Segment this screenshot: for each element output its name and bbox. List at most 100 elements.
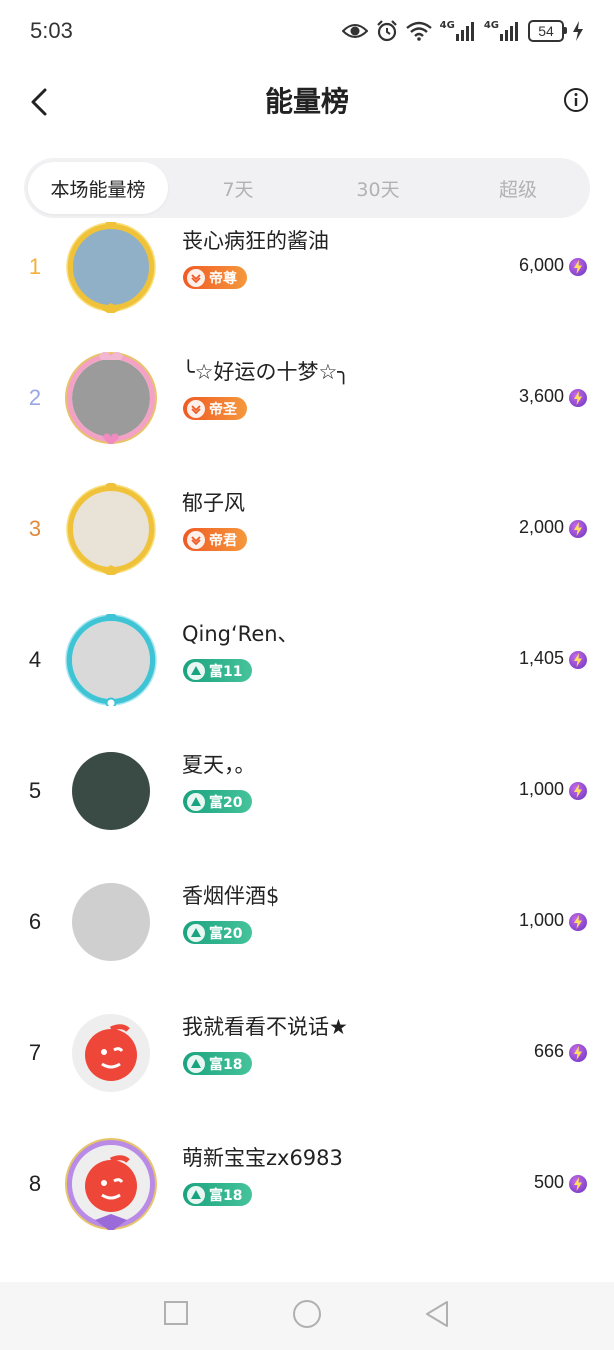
wifi-icon (405, 21, 432, 41)
avatar[interactable] (65, 611, 157, 709)
badge-label: 富20 (209, 925, 243, 942)
avatar[interactable] (65, 876, 157, 968)
back-nav-button[interactable] (424, 1300, 450, 1332)
level-badge: 富20 (183, 921, 253, 944)
tab-7-days[interactable]: 7天 (168, 162, 308, 214)
tab-30-days[interactable]: 30天 (308, 162, 448, 214)
user-name: 香烟伴酒$ (182, 884, 280, 908)
ranking-row[interactable]: 8 萌新宝宝zx6983 富18 500 (0, 1119, 614, 1250)
level-badge: 富18 (183, 1052, 253, 1075)
ranking-row[interactable]: 3 郁子风帝君 2,000 (0, 464, 614, 595)
battery-indicator: 54 (528, 20, 567, 42)
charging-icon (572, 21, 584, 41)
level-badge: 富20 (183, 790, 253, 813)
badge-label: 富18 (209, 1056, 243, 1073)
rank-number: 1 (28, 254, 42, 279)
energy-bolt-icon (568, 650, 588, 670)
avatar[interactable] (65, 481, 157, 577)
rank-number: 5 (28, 778, 42, 803)
badge-label: 富18 (209, 1187, 243, 1204)
signal-icon-1: 4G (440, 20, 476, 41)
info-icon (564, 88, 588, 112)
avatar-frame (65, 222, 157, 315)
user-name: ╰☆好运の十梦☆╮ (182, 360, 350, 384)
avatar-image (72, 1014, 150, 1092)
badge-label: 富20 (209, 794, 243, 811)
status-icons: 4G 4G 54 (341, 17, 584, 45)
energy-score: 1,000 (518, 779, 564, 799)
level-badge: 富11 (183, 659, 253, 682)
ranking-row[interactable]: 2 ╰☆好运の十梦☆╮ 帝圣 3,600 (0, 333, 614, 464)
energy-bolt-icon (568, 1043, 588, 1063)
rank-number: 2 (28, 385, 42, 410)
square-icon (164, 1301, 188, 1325)
avatar-frame (65, 481, 157, 577)
avatar[interactable] (65, 1007, 157, 1099)
tab-super[interactable]: 超级 (448, 162, 588, 214)
ranking-row[interactable]: 6 香烟伴酒$ 富20 1,000 (0, 857, 614, 988)
energy-score: 500 (533, 1172, 564, 1192)
signal-icon-2: 4G (484, 20, 520, 41)
rank-number: 4 (28, 647, 42, 672)
energy-score: 1,405 (518, 648, 564, 668)
user-name: 郁子风 (182, 491, 245, 515)
wealth-triangle-icon (187, 661, 205, 680)
ranking-row[interactable]: 1 丧心病狂的酱油帝尊 6,000 (0, 222, 614, 333)
user-name: 夏天，。 (182, 753, 256, 777)
badge-label: 帝君 (209, 532, 237, 549)
circle-icon (293, 1300, 321, 1328)
wealth-triangle-icon (187, 923, 205, 942)
avatar-frame (65, 611, 157, 709)
rank-number: 6 (28, 909, 42, 934)
energy-bolt-icon (568, 388, 588, 408)
rank-number: 7 (28, 1040, 42, 1065)
header: 能量榜 (0, 62, 614, 142)
level-badge: 帝圣 (183, 397, 247, 420)
level-badge: 帝君 (183, 528, 247, 551)
energy-bolt-icon (568, 257, 588, 277)
wealth-triangle-icon (187, 1185, 205, 1204)
avatar[interactable] (65, 745, 157, 837)
avatar[interactable] (65, 222, 157, 315)
status-time: 5:03 (30, 18, 73, 43)
tab-current-session[interactable]: 本场能量榜 (28, 162, 168, 214)
avatar[interactable] (65, 1138, 157, 1232)
energy-score: 2,000 (518, 517, 564, 537)
user-name: 我就看看不说话★ (182, 1015, 348, 1039)
badge-label: 富11 (209, 663, 243, 680)
ranking-row[interactable]: 5 夏天，。富20 1,000 (0, 726, 614, 857)
ranking-list: 1 丧心病狂的酱油帝尊 6,000 2 ╰☆好运の十梦☆╮ 帝圣 3,600 3 郁子风帝君 2,… (0, 222, 614, 1282)
user-name: Qing‘Ren、 (182, 622, 299, 646)
avatar[interactable] (65, 350, 157, 446)
level-badge: 富18 (183, 1183, 253, 1206)
avatar-image (72, 883, 150, 961)
energy-bolt-icon (568, 519, 588, 539)
user-name: 萌新宝宝zx6983 (182, 1146, 343, 1170)
info-button[interactable] (562, 86, 590, 114)
avatar-frame (65, 1138, 157, 1232)
recent-apps-button[interactable] (163, 1300, 189, 1330)
level-badge: 帝尊 (183, 266, 247, 289)
alarm-icon (376, 20, 398, 42)
rank-number: 8 (28, 1171, 42, 1196)
badge-label: 帝圣 (209, 401, 237, 418)
energy-score: 3,600 (518, 386, 564, 406)
rank-number: 3 (28, 516, 42, 541)
energy-score: 6,000 (518, 255, 564, 275)
energy-bolt-icon (568, 1174, 588, 1194)
triangle-back-icon (426, 1301, 448, 1327)
wealth-triangle-icon (187, 792, 205, 811)
ranking-row[interactable]: 4 Qing‘Ren、富11 1,405 (0, 595, 614, 726)
energy-bolt-icon (568, 912, 588, 932)
energy-score: 666 (533, 1041, 564, 1061)
wealth-triangle-icon (187, 1054, 205, 1073)
badge-label: 帝尊 (209, 270, 237, 287)
ranking-row[interactable]: 7 我就看看不说话★ 富18 666 (0, 988, 614, 1119)
rank-chevron-icon (187, 268, 205, 287)
energy-score: 1,000 (518, 910, 564, 930)
home-button[interactable] (292, 1299, 322, 1333)
system-nav-bar (0, 1282, 614, 1350)
avatar-image (72, 752, 150, 830)
user-name: 丧心病狂的酱油 (182, 229, 329, 253)
eye-icon (341, 22, 368, 40)
